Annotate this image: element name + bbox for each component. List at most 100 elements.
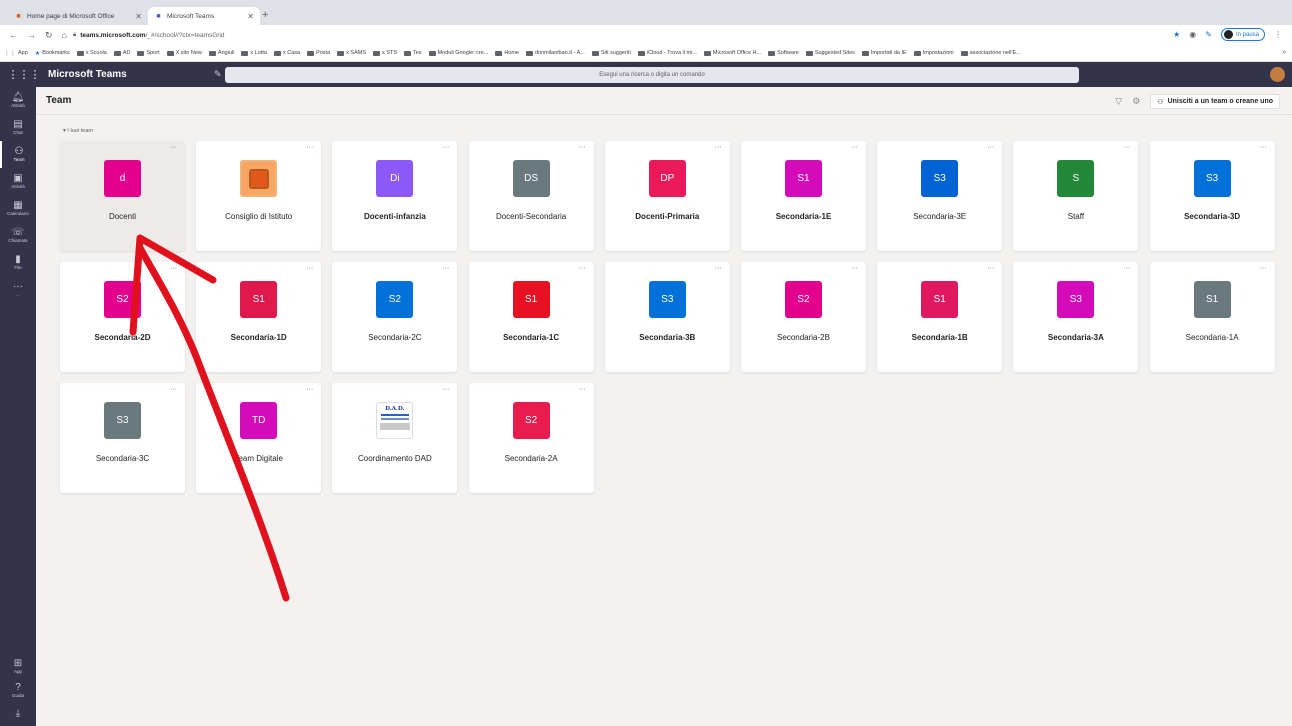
bookmark-item[interactable]: x Scuola — [76, 50, 107, 56]
bookmark-item[interactable]: Siti suggeriti — [591, 50, 631, 56]
bookmark-item[interactable]: x SAMS — [337, 50, 366, 56]
section-header[interactable]: ▾ I tuoi team — [63, 128, 93, 134]
back-icon[interactable]: ← — [9, 30, 18, 40]
team-card[interactable]: ··· D.A.D. Coordinamento DAD — [332, 383, 458, 493]
bookmark-item[interactable]: Software — [768, 50, 799, 56]
team-card[interactable]: ··· S2 Secondaria-2C — [332, 262, 458, 372]
team-card[interactable]: ··· S3 Secondaria-3D — [1149, 141, 1275, 251]
bookmark-item[interactable]: ★ Bookmarks — [35, 50, 70, 57]
team-card[interactable]: ··· S1 Secondaria-1C — [468, 262, 594, 372]
filter-icon[interactable]: ▽ — [1115, 96, 1122, 107]
more-options-icon[interactable]: ··· — [987, 265, 994, 272]
bookmark-item[interactable]: Microsoft Office H... — [703, 50, 761, 56]
bookmark-item[interactable]: ⋮⋮ App — [4, 50, 28, 57]
bookmark-item[interactable]: donmilaniban.it - A... — [525, 50, 585, 56]
more-options-icon[interactable]: ··· — [579, 386, 586, 393]
user-avatar[interactable] — [1270, 67, 1285, 82]
more-options-icon[interactable]: ··· — [1123, 144, 1130, 151]
rail-item-assignments[interactable]: ▣ Attività — [0, 168, 36, 195]
bookmark-item[interactable]: x Lotta — [241, 50, 267, 56]
more-options-icon[interactable]: ··· — [715, 144, 722, 151]
rail-item-phone[interactable]: ☏ Chiamate — [0, 222, 36, 249]
join-or-create-team-button[interactable]: ⚇ Unisciti a un team o creane uno — [1150, 94, 1280, 109]
more-options-icon[interactable]: ··· — [579, 144, 586, 151]
team-card[interactable]: ··· S2 Secondaria-2B — [741, 262, 866, 372]
menu-icon[interactable]: ⋮ — [1274, 30, 1282, 39]
bookmarks-overflow-icon[interactable]: » — [1282, 49, 1286, 56]
team-card[interactable]: ··· TD Team Digitale — [196, 383, 322, 493]
more-options-icon[interactable]: ··· — [1260, 265, 1267, 272]
rail-item-file[interactable]: ▮ File — [0, 249, 36, 276]
bookmark-item[interactable]: x STS — [373, 50, 397, 56]
bookmark-item[interactable]: Angiuli — [208, 50, 234, 56]
team-card[interactable]: ··· DS Docenti-Secondaria — [468, 141, 594, 251]
more-options-icon[interactable]: ··· — [715, 265, 722, 272]
bookmark-item[interactable]: Suggested Sites — [805, 50, 855, 56]
team-card[interactable]: ··· S1 Secondaria-1D — [196, 262, 322, 372]
pen-extension-icon[interactable]: ✎ — [1205, 30, 1212, 39]
team-card[interactable]: ··· S Staff — [1013, 141, 1139, 251]
rail-item-help[interactable]: ? Guida — [0, 678, 36, 702]
rail-item-calendar[interactable]: ▦ Calendario — [0, 195, 36, 222]
more-options-icon[interactable]: ··· — [170, 386, 177, 393]
more-options-icon[interactable]: ··· — [306, 386, 313, 393]
bookmark-item[interactable]: Sport — [137, 50, 160, 56]
bookmark-item[interactable]: Posta — [307, 50, 330, 56]
app-launcher-icon[interactable]: ⋮⋮⋮ — [0, 68, 48, 81]
team-card[interactable]: ··· S3 Secondaria-3B — [604, 262, 730, 372]
more-options-icon[interactable]: ··· — [579, 265, 586, 272]
bookmark-star-icon[interactable]: ★ — [1173, 30, 1180, 39]
team-card[interactable]: ··· S2 Secondaria-2A — [468, 383, 594, 493]
search-input[interactable]: Esegui una ricerca o digita un comando — [225, 67, 1079, 83]
more-options-icon[interactable]: ··· — [306, 144, 313, 151]
rail-item-more[interactable]: ···... — [0, 276, 36, 303]
forward-icon[interactable]: → — [27, 30, 36, 40]
more-options-icon[interactable]: ··· — [1260, 144, 1267, 151]
profile-button[interactable]: In pausa — [1220, 28, 1265, 41]
new-tab-icon[interactable]: + — [262, 9, 268, 21]
more-options-icon[interactable]: ··· — [1123, 265, 1130, 272]
team-card[interactable]: ··· S1 Secondaria-1A — [1149, 262, 1275, 372]
bookmark-item[interactable]: x Casa — [273, 50, 300, 56]
team-card[interactable]: ··· Di Docenti-infanzia — [332, 141, 458, 251]
compose-icon[interactable]: ✎ — [214, 69, 224, 80]
team-card[interactable]: ··· S2 Secondaria-2D — [60, 262, 185, 372]
bookmark-item[interactable]: Moduli Google: cre... — [428, 50, 488, 56]
team-card[interactable]: ··· S3 Secondaria-3E — [877, 141, 1003, 251]
team-card[interactable]: ··· S1 Secondaria-1E — [741, 141, 866, 251]
more-options-icon[interactable]: ··· — [987, 144, 994, 151]
gear-icon[interactable]: ⚙ — [1132, 96, 1140, 107]
more-options-icon[interactable]: ··· — [306, 265, 313, 272]
more-options-icon[interactable]: ··· — [442, 386, 449, 393]
more-options-icon[interactable]: ··· — [851, 265, 858, 272]
browser-tab-teams[interactable]: ■ Microsoft Teams ✕ — [148, 7, 260, 25]
more-options-icon[interactable]: ··· — [170, 265, 177, 272]
bookmark-item[interactable]: Importati da IE — [861, 50, 907, 56]
team-card[interactable]: ··· S3 Secondaria-3A — [1013, 262, 1139, 372]
bookmark-item[interactable]: iCloud - Trova il mi... — [637, 50, 697, 56]
home-icon[interactable]: ⌂ — [62, 30, 67, 40]
team-card[interactable]: ··· Consiglio di Istituto — [196, 141, 322, 251]
team-card[interactable]: ··· d Docenti — [60, 141, 185, 251]
team-card[interactable]: ··· S1 Secondaria-1B — [877, 262, 1003, 372]
more-options-icon[interactable]: ··· — [170, 144, 177, 151]
bookmark-item[interactable]: X sito New — [166, 50, 202, 56]
bookmark-item[interactable]: associazione nell'E... — [960, 50, 1021, 56]
more-options-icon[interactable]: ··· — [442, 265, 449, 272]
more-options-icon[interactable]: ··· — [442, 144, 449, 151]
url-field[interactable]: 🔒︎ teams.microsoft.com/_#/school//?ctx=t… — [73, 32, 225, 39]
reload-icon[interactable]: ↻ — [45, 30, 53, 41]
close-icon[interactable]: ✕ — [247, 12, 254, 21]
rail-item-teams[interactable]: ⚇ Team — [0, 141, 36, 168]
bookmark-item[interactable]: AD — [113, 50, 130, 56]
team-card[interactable]: ··· DP Docenti-Primaria — [604, 141, 730, 251]
extension-icon[interactable]: ◉ — [1189, 30, 1196, 39]
more-options-icon[interactable]: ··· — [851, 144, 858, 151]
bookmark-item[interactable]: Impostazioni — [913, 50, 954, 56]
bookmark-item[interactable]: Home — [495, 50, 519, 56]
bookmark-item[interactable]: Tes — [404, 50, 422, 56]
rail-item-chat[interactable]: ▤ Chat — [0, 114, 36, 141]
rail-item-bell[interactable]: 🔔︎ Attività — [0, 87, 36, 114]
close-icon[interactable]: ✕ — [135, 12, 142, 21]
browser-tab-office-home[interactable]: ■ Home page di Microsoft Office ✕ — [8, 7, 148, 25]
